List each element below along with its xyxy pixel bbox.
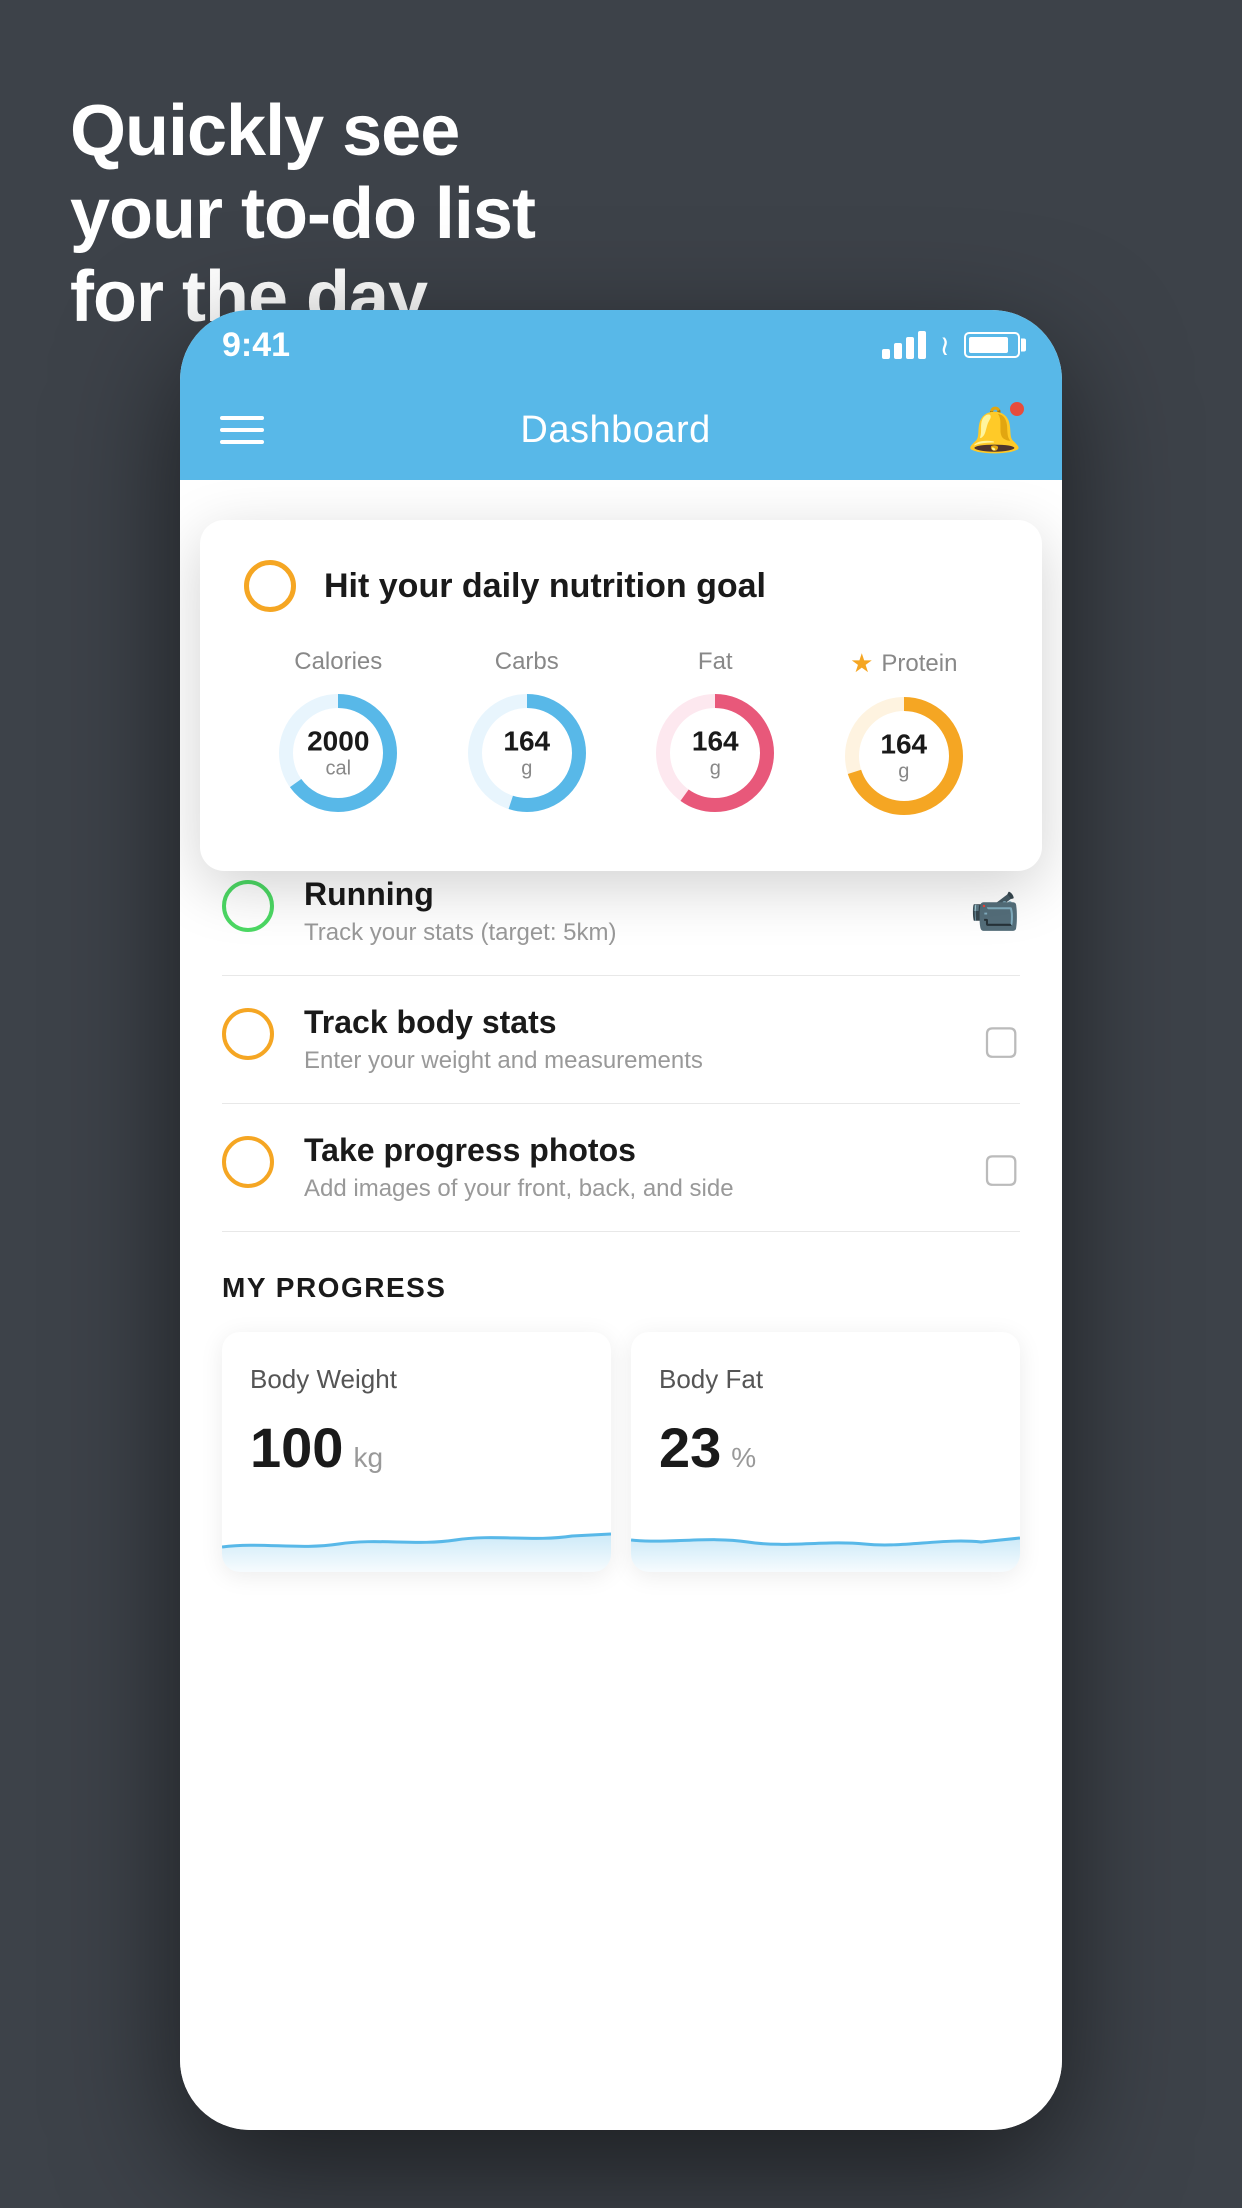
status-bar: 9:41 ≀ [180, 310, 1062, 380]
macro-fat: Fat 164 g [650, 648, 780, 818]
status-icons: ≀ [882, 329, 1021, 362]
body-weight-card[interactable]: Body Weight 100 kg [222, 1332, 611, 1572]
body-fat-sparkline [631, 1492, 1020, 1572]
todo-item-photos[interactable]: Take progress photos Add images of your … [222, 1104, 1020, 1232]
todo-checkbox-body-stats[interactable] [222, 1008, 274, 1060]
macro-calories-label: Calories [294, 648, 382, 676]
fat-unit: g [692, 757, 739, 779]
todo-title-running: Running [304, 876, 940, 913]
running-icon: 📹 [970, 888, 1020, 935]
macro-protein: ★ Protein 164 g [839, 648, 969, 821]
fat-value: 164 [692, 727, 739, 758]
body-fat-card-title: Body Fat [659, 1364, 992, 1395]
photo-icon: ▢ [982, 1145, 1020, 1191]
carbs-donut: 164 g [462, 688, 592, 818]
calories-unit: cal [307, 757, 369, 779]
todo-list: Running Track your stats (target: 5km) 📹… [180, 848, 1062, 1232]
protein-donut: 164 g [839, 691, 969, 821]
nutrition-card: Hit your daily nutrition goal Calories 2… [200, 520, 1042, 871]
todo-sub-body-stats: Enter your weight and measurements [304, 1047, 952, 1075]
body-weight-card-title: Body Weight [250, 1364, 583, 1395]
macro-carbs: Carbs 164 g [462, 648, 592, 818]
body-fat-unit: % [731, 1442, 756, 1474]
app-header: Dashboard 🔔 [180, 380, 1062, 480]
body-fat-value: 23 [659, 1415, 721, 1480]
progress-section-title: MY PROGRESS [222, 1272, 1020, 1304]
app-title: Dashboard [520, 409, 710, 452]
scale-icon: ▢ [982, 1017, 1020, 1063]
body-weight-unit: kg [353, 1442, 383, 1474]
macro-fat-label: Fat [698, 648, 733, 676]
notification-badge [1008, 400, 1026, 418]
body-fat-card[interactable]: Body Fat 23 % [631, 1332, 1020, 1572]
calories-donut: 2000 cal [273, 688, 403, 818]
todo-text-photos: Take progress photos Add images of your … [304, 1132, 952, 1203]
fat-donut: 164 g [650, 688, 780, 818]
protein-value: 164 [880, 730, 927, 761]
phone-shell: 9:41 ≀ Dashboard 🔔 THINGS T [180, 310, 1062, 2130]
body-weight-sparkline [222, 1492, 611, 1572]
todo-sub-running: Track your stats (target: 5km) [304, 919, 940, 947]
hero-text: Quickly see your to-do list for the day. [70, 90, 535, 338]
progress-section: MY PROGRESS Body Weight 100 kg [180, 1272, 1062, 1572]
battery-icon [964, 332, 1020, 358]
menu-button[interactable] [220, 416, 264, 444]
body-weight-value: 100 [250, 1415, 343, 1480]
carbs-value: 164 [503, 727, 550, 758]
carbs-unit: g [503, 757, 550, 779]
todo-checkbox-running[interactable] [222, 880, 274, 932]
task-checkbox[interactable] [244, 560, 296, 612]
macro-protein-label: Protein [881, 650, 957, 678]
macro-calories: Calories 2000 cal [273, 648, 403, 818]
todo-item-body-stats[interactable]: Track body stats Enter your weight and m… [222, 976, 1020, 1104]
wifi-icon: ≀ [940, 329, 951, 362]
todo-sub-photos: Add images of your front, back, and side [304, 1175, 952, 1203]
todo-title-photos: Take progress photos [304, 1132, 952, 1169]
calories-value: 2000 [307, 727, 369, 758]
notifications-button[interactable]: 🔔 [967, 404, 1022, 456]
todo-text-running: Running Track your stats (target: 5km) [304, 876, 940, 947]
todo-checkbox-photos[interactable] [222, 1136, 274, 1188]
macro-carbs-label: Carbs [495, 648, 559, 676]
nutrition-card-title: Hit your daily nutrition goal [324, 567, 766, 606]
star-icon: ★ [850, 648, 873, 679]
protein-unit: g [880, 760, 927, 782]
todo-title-body-stats: Track body stats [304, 1004, 952, 1041]
macros-row: Calories 2000 cal Carbs [244, 648, 998, 821]
todo-text-body-stats: Track body stats Enter your weight and m… [304, 1004, 952, 1075]
status-time: 9:41 [222, 326, 290, 365]
signal-icon [882, 331, 926, 359]
progress-cards: Body Weight 100 kg [222, 1332, 1020, 1572]
content-area: THINGS TO DO TODAY Hit your daily nutrit… [180, 480, 1062, 2130]
